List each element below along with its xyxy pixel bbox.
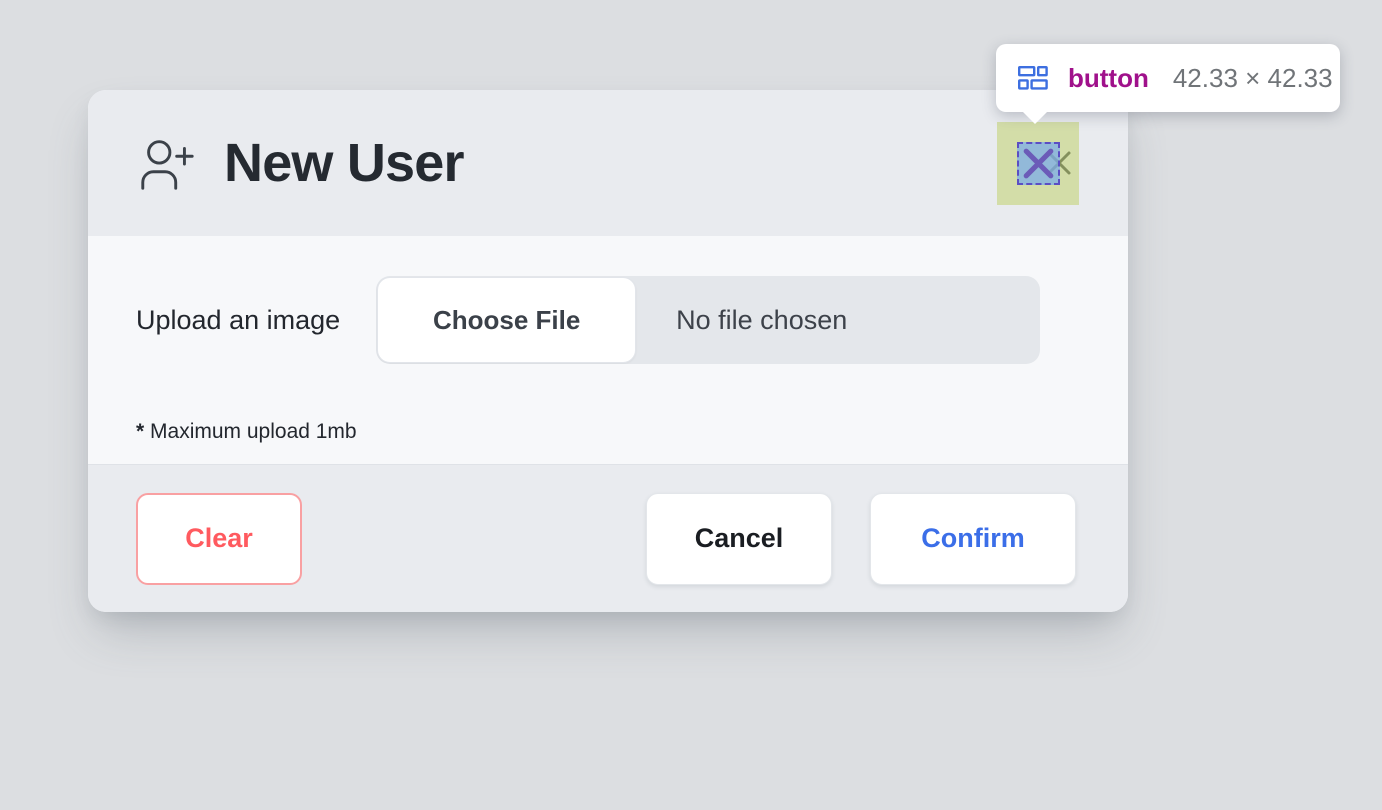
page-title: New User — [224, 133, 465, 193]
dialog-body: Upload an image Choose File No file chos… — [88, 236, 1128, 464]
file-input[interactable]: Choose File No file chosen — [376, 276, 1041, 364]
new-user-dialog: New User Upload an image Choose File No … — [88, 90, 1128, 612]
inspector-element-tag: button — [1068, 62, 1149, 93]
dialog-header: New User — [88, 90, 1128, 236]
note-text: Maximum upload 1mb — [144, 420, 357, 443]
note-asterisk: * — [136, 420, 145, 443]
layout-grid-icon — [1018, 66, 1048, 90]
upload-row: Upload an image Choose File No file chos… — [136, 276, 1080, 364]
inspector-tooltip: button 42.33 × 42.33 — [996, 44, 1340, 124]
dialog-footer: Clear Cancel Confirm — [88, 464, 1128, 612]
choose-file-button[interactable]: Choose File — [377, 277, 637, 363]
confirm-button[interactable]: Confirm — [870, 492, 1076, 585]
inspector-element-dimensions: 42.33 × 42.33 — [1172, 62, 1333, 93]
upload-size-note: * Maximum upload 1mb — [136, 420, 1080, 444]
close-button[interactable] — [1038, 142, 1080, 184]
upload-image-label: Upload an image — [136, 304, 341, 335]
user-plus-icon — [136, 133, 198, 195]
cancel-button[interactable]: Cancel — [646, 492, 832, 585]
file-name-text: No file chosen — [676, 304, 848, 335]
clear-button[interactable]: Clear — [136, 492, 302, 585]
